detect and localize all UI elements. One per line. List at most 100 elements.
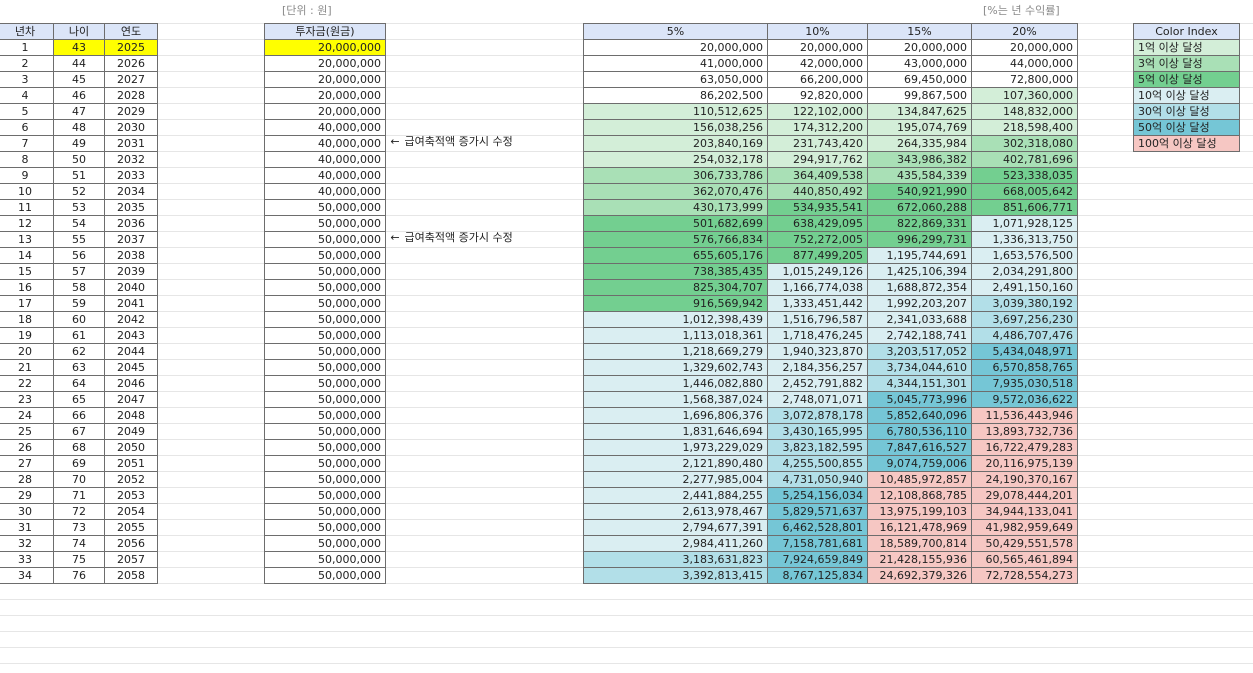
cell-rate-20[interactable]: 1,336,313,750 [971,231,1078,248]
cell-rate-20[interactable]: 50,429,551,578 [971,535,1078,552]
cell-rate-15[interactable]: 12,108,868,785 [867,487,972,504]
cell-year-no[interactable]: 28 [0,471,54,488]
cell-year[interactable]: 2036 [104,215,158,232]
cell-rate-15[interactable]: 20,000,000 [867,39,972,56]
cell-rate-10[interactable]: 7,924,659,849 [767,551,868,568]
cell-year-no[interactable]: 3 [0,71,54,88]
cell-year-no[interactable]: 11 [0,199,54,216]
cell-rate-15[interactable]: 43,000,000 [867,55,972,72]
cell-year[interactable]: 2050 [104,439,158,456]
cell-rate-5[interactable]: 2,794,677,391 [583,519,768,536]
legend-item[interactable]: 5억 이상 달성 [1133,71,1240,88]
cell-rate-20[interactable]: 72,728,554,273 [971,567,1078,584]
cell-rate-5[interactable]: 3,183,631,823 [583,551,768,568]
cell-year-no[interactable]: 6 [0,119,54,136]
cell-year-no[interactable]: 34 [0,567,54,584]
header-year[interactable]: 연도 [104,23,158,40]
cell-year-no[interactable]: 30 [0,503,54,520]
cell-age[interactable]: 61 [53,327,105,344]
cell-invest[interactable]: 40,000,000 [264,183,386,200]
cell-age[interactable]: 69 [53,455,105,472]
cell-rate-20[interactable]: 402,781,696 [971,151,1078,168]
cell-year-no[interactable]: 32 [0,535,54,552]
cell-rate-10[interactable]: 5,254,156,034 [767,487,868,504]
cell-rate-10[interactable]: 3,430,165,995 [767,423,868,440]
cell-rate-20[interactable]: 4,486,707,476 [971,327,1078,344]
cell-rate-5[interactable]: 362,070,476 [583,183,768,200]
cell-age[interactable]: 76 [53,567,105,584]
cell-invest[interactable]: 50,000,000 [264,519,386,536]
cell-year[interactable]: 2041 [104,295,158,312]
cell-rate-15[interactable]: 6,780,536,110 [867,423,972,440]
cell-invest[interactable]: 50,000,000 [264,391,386,408]
cell-age[interactable]: 72 [53,503,105,520]
cell-rate-15[interactable]: 435,584,339 [867,167,972,184]
cell-invest[interactable]: 50,000,000 [264,407,386,424]
cell-rate-5[interactable]: 41,000,000 [583,55,768,72]
cell-invest[interactable]: 20,000,000 [264,71,386,88]
cell-rate-20[interactable]: 41,982,959,649 [971,519,1078,536]
cell-rate-15[interactable]: 3,203,517,052 [867,343,972,360]
cell-rate-5[interactable]: 2,277,985,004 [583,471,768,488]
legend-item[interactable]: 50억 이상 달성 [1133,119,1240,136]
cell-age[interactable]: 74 [53,535,105,552]
cell-invest[interactable]: 20,000,000 [264,55,386,72]
cell-invest[interactable]: 50,000,000 [264,359,386,376]
cell-rate-5[interactable]: 738,385,435 [583,263,768,280]
cell-invest[interactable]: 50,000,000 [264,327,386,344]
cell-rate-5[interactable]: 86,202,500 [583,87,768,104]
cell-rate-15[interactable]: 10,485,972,857 [867,471,972,488]
cell-invest[interactable]: 50,000,000 [264,455,386,472]
cell-year[interactable]: 2049 [104,423,158,440]
cell-rate-5[interactable]: 306,733,786 [583,167,768,184]
cell-year[interactable]: 2029 [104,103,158,120]
cell-rate-20[interactable]: 6,570,858,765 [971,359,1078,376]
cell-invest[interactable]: 50,000,000 [264,247,386,264]
cell-age[interactable]: 43 [53,39,105,56]
cell-rate-15[interactable]: 1,688,872,354 [867,279,972,296]
cell-year[interactable]: 2045 [104,359,158,376]
cell-rate-10[interactable]: 440,850,492 [767,183,868,200]
cell-year[interactable]: 2055 [104,519,158,536]
cell-year-no[interactable]: 20 [0,343,54,360]
cell-rate-5[interactable]: 1,218,669,279 [583,343,768,360]
cell-year[interactable]: 2053 [104,487,158,504]
cell-rate-10[interactable]: 20,000,000 [767,39,868,56]
cell-age[interactable]: 60 [53,311,105,328]
cell-rate-15[interactable]: 7,847,616,527 [867,439,972,456]
cell-rate-15[interactable]: 3,734,044,610 [867,359,972,376]
cell-year-no[interactable]: 13 [0,231,54,248]
cell-invest[interactable]: 50,000,000 [264,567,386,584]
cell-age[interactable]: 46 [53,87,105,104]
cell-year-no[interactable]: 1 [0,39,54,56]
cell-year[interactable]: 2027 [104,71,158,88]
cell-rate-10[interactable]: 8,767,125,834 [767,567,868,584]
cell-age[interactable]: 59 [53,295,105,312]
cell-year-no[interactable]: 31 [0,519,54,536]
cell-year[interactable]: 2057 [104,551,158,568]
cell-invest[interactable]: 50,000,000 [264,471,386,488]
cell-rate-10[interactable]: 752,272,005 [767,231,868,248]
cell-rate-20[interactable]: 851,606,771 [971,199,1078,216]
cell-rate-10[interactable]: 174,312,200 [767,119,868,136]
cell-rate-10[interactable]: 1,718,476,245 [767,327,868,344]
cell-rate-10[interactable]: 3,072,878,178 [767,407,868,424]
cell-year-no[interactable]: 27 [0,455,54,472]
cell-year[interactable]: 2031 [104,135,158,152]
cell-rate-15[interactable]: 134,847,625 [867,103,972,120]
cell-rate-20[interactable]: 72,800,000 [971,71,1078,88]
cell-age[interactable]: 58 [53,279,105,296]
cell-rate-5[interactable]: 916,569,942 [583,295,768,312]
cell-rate-20[interactable]: 44,000,000 [971,55,1078,72]
cell-year-no[interactable]: 12 [0,215,54,232]
cell-invest[interactable]: 50,000,000 [264,311,386,328]
cell-year[interactable]: 2033 [104,167,158,184]
cell-invest[interactable]: 50,000,000 [264,199,386,216]
cell-year[interactable]: 2028 [104,87,158,104]
cell-rate-10[interactable]: 42,000,000 [767,55,868,72]
cell-year-no[interactable]: 21 [0,359,54,376]
cell-rate-5[interactable]: 2,441,884,255 [583,487,768,504]
cell-invest[interactable]: 50,000,000 [264,263,386,280]
cell-rate-5[interactable]: 825,304,707 [583,279,768,296]
cell-year-no[interactable]: 9 [0,167,54,184]
